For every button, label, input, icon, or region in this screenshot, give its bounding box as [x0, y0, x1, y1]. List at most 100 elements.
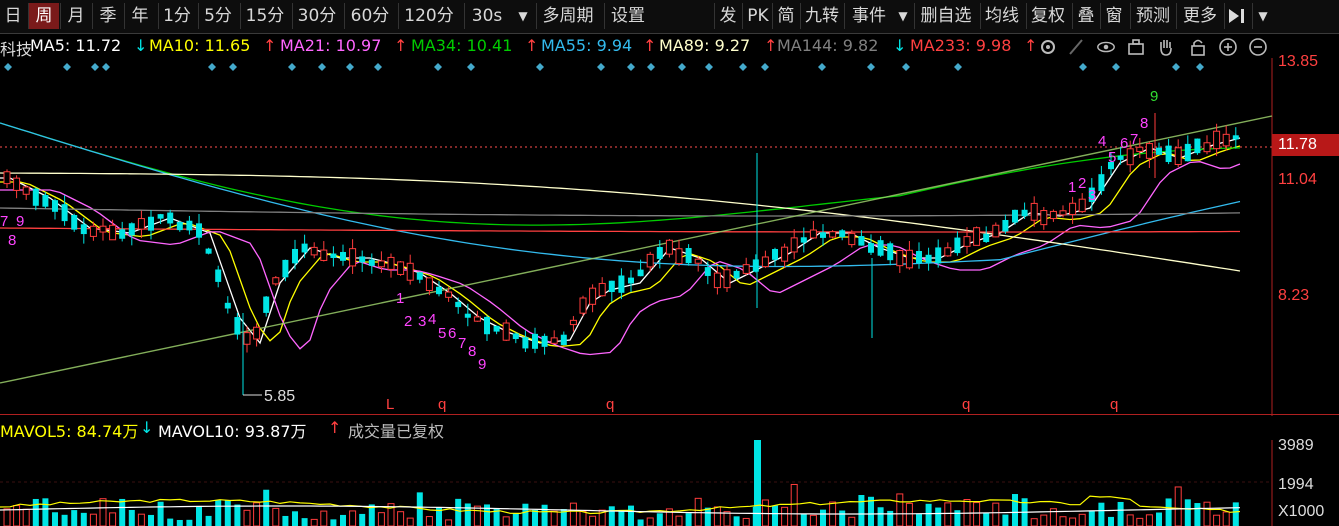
candle-body — [954, 237, 961, 254]
period-week[interactable]: 周 — [28, 3, 59, 29]
candle-body — [589, 287, 597, 305]
volume-bar — [809, 514, 817, 526]
overlay-button[interactable]: 叠 — [1072, 3, 1099, 29]
candle-body — [858, 236, 865, 246]
ma10-arrow: ↑ — [263, 36, 277, 55]
event-diamond — [818, 63, 826, 71]
ma34-value: MA34: 10.41 — [411, 36, 513, 55]
seq-label: 3 — [418, 313, 426, 330]
candle-body — [598, 282, 606, 297]
lock-icon[interactable] — [1188, 36, 1208, 58]
candle-body — [243, 332, 251, 345]
settings-button[interactable]: 设置 — [604, 3, 651, 29]
candle-body — [167, 212, 174, 224]
candle-body — [522, 337, 529, 349]
candle-body — [1194, 138, 1201, 154]
volume-bar — [71, 510, 78, 526]
fa-button[interactable]: 发 — [714, 3, 741, 29]
candle-body — [349, 248, 357, 267]
candle-body — [1156, 147, 1162, 155]
period-30min[interactable]: 30分 — [292, 3, 341, 29]
candle-body — [282, 259, 289, 278]
window-button[interactable]: 窗 — [1100, 3, 1127, 29]
period-120min[interactable]: 120分 — [398, 3, 459, 29]
ma-line-button[interactable]: 均线 — [980, 3, 1023, 29]
zoom-in-icon[interactable] — [1218, 36, 1238, 58]
candle-body — [896, 250, 904, 267]
period-60min[interactable]: 60分 — [344, 3, 395, 29]
volume-bar — [109, 512, 117, 526]
volume-bar — [263, 489, 270, 526]
seq-label: 2 — [1078, 175, 1086, 192]
candle-body — [809, 229, 817, 239]
candle-body — [713, 272, 721, 289]
candle-body — [781, 246, 789, 262]
candle-body — [109, 224, 117, 241]
remove-watchlist-button[interactable]: 删自选 — [914, 3, 977, 29]
volume-bar — [445, 519, 453, 526]
candle-body — [215, 269, 222, 282]
period-5min[interactable]: 5分 — [198, 3, 237, 29]
candle-body — [1213, 130, 1221, 150]
ma89-arrow: ↑ — [764, 36, 778, 55]
candle-body — [618, 275, 625, 293]
ma10-value: MA10: 11.65 — [149, 36, 251, 55]
period-season[interactable]: 季 — [92, 3, 123, 29]
nine-turn-button[interactable]: 九转 — [800, 3, 843, 29]
multi-period-button[interactable]: 多周期 — [536, 3, 599, 29]
volume-bar — [397, 511, 405, 526]
event-diamond — [954, 63, 962, 71]
pk-button[interactable]: PK — [742, 3, 773, 29]
simple-button[interactable]: 简 — [772, 3, 799, 29]
period-year[interactable]: 年 — [124, 3, 155, 29]
toolbox-icon[interactable] — [1126, 36, 1146, 58]
candle-body — [1145, 143, 1153, 159]
volume-ma-lines — [0, 495, 1241, 515]
candle-body — [1030, 202, 1038, 221]
adjust-button[interactable]: 复权 — [1026, 3, 1069, 29]
volume-bar — [1145, 514, 1153, 526]
gear-icon[interactable] — [1038, 36, 1058, 58]
volume-bar — [1030, 518, 1038, 526]
period-month[interactable]: 月 — [60, 3, 91, 29]
volume-bar — [628, 505, 634, 526]
eye-icon[interactable] — [1096, 36, 1116, 58]
seq-label: 8 — [8, 232, 16, 249]
candle-body — [71, 215, 78, 230]
chevron-down-icon[interactable]: ▼ — [1252, 3, 1273, 29]
period-day[interactable]: 日 — [0, 3, 26, 29]
candle-body — [272, 277, 280, 285]
candle-body — [3, 171, 11, 185]
hand-icon[interactable] — [1156, 36, 1176, 58]
chevron-down-icon[interactable]: ▼ — [893, 3, 913, 29]
candle-body — [1059, 210, 1067, 216]
candle-body — [263, 296, 270, 313]
chevron-down-icon[interactable]: ▼ — [512, 3, 534, 29]
volume-bar — [484, 504, 490, 526]
candle-body — [445, 291, 453, 298]
volume-bar — [954, 510, 961, 526]
volume-bar — [858, 494, 865, 526]
candle-body — [944, 247, 952, 257]
pencil-icon[interactable] — [1066, 36, 1086, 58]
candle-body — [963, 236, 971, 247]
volume-bar — [1117, 501, 1124, 526]
candle-body — [99, 225, 107, 233]
event-button[interactable]: 事件 — [844, 3, 893, 29]
period-1min[interactable]: 1分 — [158, 3, 195, 29]
zoom-out-icon[interactable] — [1248, 36, 1268, 58]
candle-body — [455, 301, 462, 308]
period-15min[interactable]: 15分 — [240, 3, 289, 29]
volume-chart[interactable] — [0, 440, 1339, 526]
volume-bar — [464, 503, 471, 526]
collapse-panel-icon[interactable] — [1224, 3, 1251, 29]
mavol10-value: MAVOL10: 93.87万 — [158, 422, 307, 441]
volume-bar — [330, 519, 337, 526]
ma55-value: MA55: 9.94 — [541, 36, 633, 55]
more-button[interactable]: 更多 — [1176, 3, 1223, 29]
forecast-button[interactable]: 预测 — [1130, 3, 1175, 29]
candlestick-chart[interactable]: 12 3 45 67 891 23456 789 5.85 L q q q q 7 8 9 — [0, 58, 1339, 416]
candle-body — [925, 254, 932, 263]
period-30s[interactable]: 30s — [464, 3, 509, 29]
volume-bar — [1126, 514, 1134, 526]
